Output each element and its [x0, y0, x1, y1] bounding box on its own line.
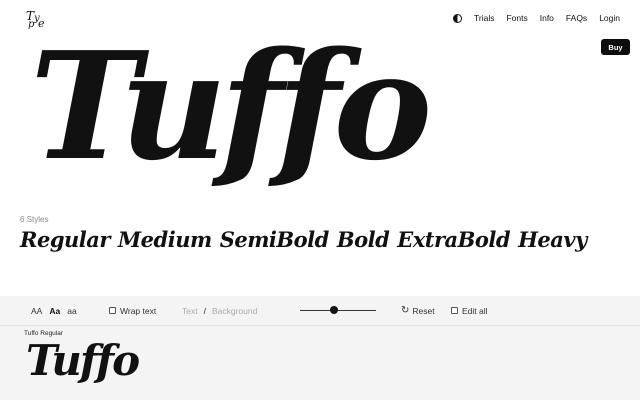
- nav-fonts[interactable]: Fonts: [506, 13, 527, 23]
- style-preview: Tuffo Regular Tuffo: [0, 326, 640, 400]
- style-medium[interactable]: Medium: [118, 227, 212, 252]
- edit-all-label: Edit all: [462, 305, 488, 316]
- case-switcher: AA Aa aa: [31, 296, 77, 325]
- slider-track[interactable]: [300, 310, 376, 311]
- style-heavy[interactable]: Heavy: [518, 227, 587, 252]
- nav-info[interactable]: Info: [540, 13, 554, 23]
- hero-section: T y p e Trials Fonts Info FAQs Login Buy…: [0, 0, 640, 296]
- preview-sample-text[interactable]: Tuffo: [26, 336, 140, 386]
- style-regular[interactable]: Regular: [20, 227, 110, 252]
- wrap-text-checkbox[interactable]: [109, 307, 116, 314]
- style-bold[interactable]: Bold: [337, 227, 390, 252]
- nav-faqs[interactable]: FAQs: [566, 13, 587, 23]
- slider-handle[interactable]: [330, 306, 339, 314]
- styles-count: 6 Styles: [20, 215, 49, 224]
- color-separator: /: [203, 305, 206, 316]
- hero-font-sample: Tuffo: [30, 19, 432, 193]
- wrap-text-toggle[interactable]: Wrap text: [109, 296, 156, 325]
- color-mode-switch: Text / Background: [182, 296, 257, 325]
- type-tester-toolbar: AA Aa aa Wrap text Text / Background ↻ R…: [0, 296, 640, 326]
- case-title[interactable]: Aa: [49, 306, 60, 316]
- nav-login[interactable]: Login: [599, 13, 620, 23]
- edit-all-checkbox[interactable]: [451, 307, 458, 314]
- edit-all-toggle[interactable]: Edit all: [451, 296, 488, 325]
- style-semibold[interactable]: SemiBold: [220, 227, 330, 252]
- buy-button[interactable]: Buy: [601, 39, 630, 55]
- background-color-option[interactable]: Background: [212, 306, 257, 316]
- reset-icon: ↻: [401, 305, 410, 316]
- reset-button[interactable]: ↻ Reset: [401, 296, 435, 325]
- font-size-slider[interactable]: [300, 296, 376, 325]
- case-upper[interactable]: AA: [31, 306, 42, 316]
- contrast-toggle-icon[interactable]: [453, 13, 462, 23]
- case-lower[interactable]: aa: [67, 306, 76, 316]
- reset-label: Reset: [412, 305, 435, 316]
- styles-list: Regular Medium SemiBold Bold ExtraBold H…: [20, 227, 587, 252]
- style-extrabold[interactable]: ExtraBold: [397, 227, 510, 252]
- text-color-option[interactable]: Text: [182, 306, 198, 316]
- nav-trials[interactable]: Trials: [474, 13, 494, 23]
- wrap-text-label: Wrap text: [120, 305, 157, 316]
- top-nav: Trials Fonts Info FAQs Login: [453, 13, 620, 23]
